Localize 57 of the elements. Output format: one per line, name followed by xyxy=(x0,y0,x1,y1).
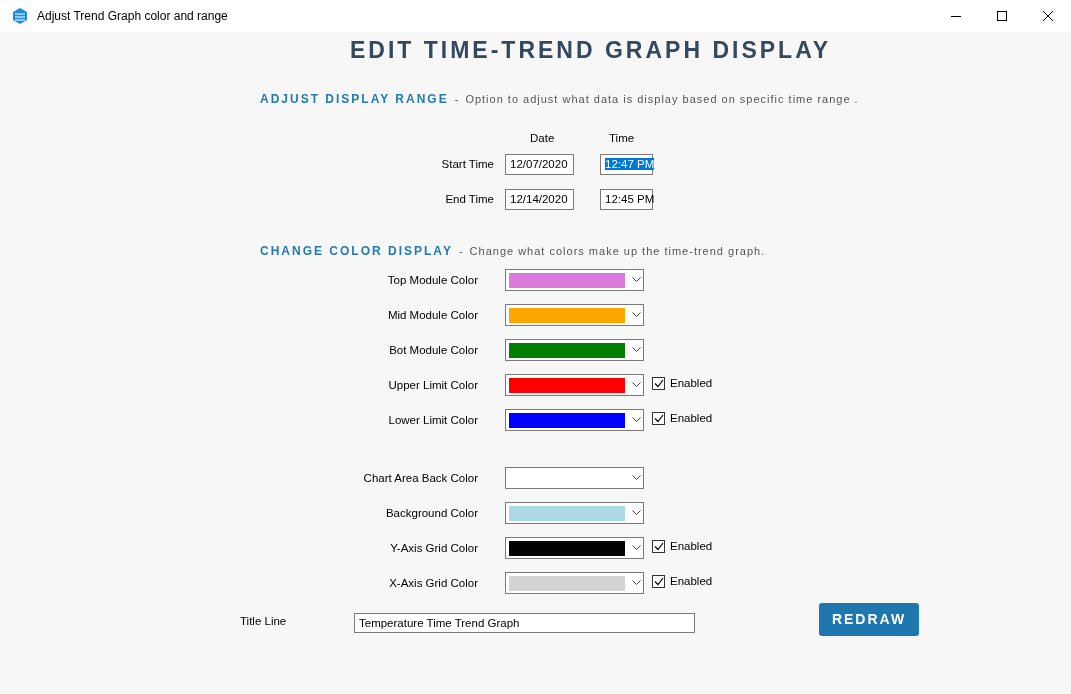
field-label: Chart Area Back Color xyxy=(362,470,478,486)
window-title: Adjust Trend Graph color and range xyxy=(37,8,228,25)
separator: - xyxy=(454,92,460,107)
checkbox-label: Enabled xyxy=(670,573,713,589)
field-label: Y-Axis Grid Color xyxy=(389,540,478,556)
column-header: Time xyxy=(609,131,635,146)
caret-icon xyxy=(632,417,641,424)
section-title: ADJUST DISPLAY RANGE xyxy=(260,91,449,108)
field-label: Background Color xyxy=(384,505,478,521)
field-label: Upper Limit Color xyxy=(387,377,478,393)
field-label: End Time xyxy=(444,192,494,208)
caret-icon xyxy=(632,312,641,319)
column-header: Date xyxy=(530,131,552,146)
field-label: X-Axis Grid Color xyxy=(388,575,478,591)
checkbox[interactable] xyxy=(652,539,665,553)
color-dropdown[interactable] xyxy=(505,269,644,292)
color-dropdown[interactable] xyxy=(505,409,644,432)
time-field[interactable]: 12:45 PM xyxy=(600,189,653,211)
app-logo-icon xyxy=(13,8,27,24)
checkbox-label: Enabled xyxy=(670,410,713,426)
field-label: Mid Module Color xyxy=(386,307,478,323)
section-description: Change what colors make up the time-trend graph. xyxy=(469,244,766,260)
field-label: Top Module Color xyxy=(386,272,478,288)
caret-icon xyxy=(632,347,641,354)
redraw-button[interactable]: REDRAW xyxy=(819,603,919,637)
checkbox-label: Enabled xyxy=(670,375,713,391)
title-input[interactable]: Temperature Time Trend Graph xyxy=(354,613,695,634)
date-field[interactable]: 12/07/2020 xyxy=(505,154,574,176)
page-heading: EDIT TIME-TREND GRAPH DISPLAY xyxy=(349,36,832,64)
field-label: Start Time xyxy=(440,157,494,173)
checkbox[interactable] xyxy=(652,411,665,425)
field-label: Bot Module Color xyxy=(388,342,478,358)
color-dropdown[interactable] xyxy=(505,374,644,397)
field-label: Title Line xyxy=(240,614,288,630)
caret-icon xyxy=(632,475,641,482)
maximize-icon[interactable] xyxy=(997,11,1007,21)
section-description: Option to adjust what data is display based on specific time range . xyxy=(465,92,859,107)
separator: - xyxy=(458,244,464,260)
time-field[interactable]: 12:47 PM xyxy=(600,154,653,176)
date-field[interactable]: 12/14/2020 xyxy=(505,189,574,211)
checkbox[interactable] xyxy=(652,376,665,390)
section-title: CHANGE COLOR DISPLAY xyxy=(260,243,453,261)
color-dropdown[interactable] xyxy=(505,572,644,595)
caret-icon xyxy=(632,545,641,552)
caret-icon xyxy=(632,510,641,517)
close-icon[interactable] xyxy=(1043,11,1053,21)
color-dropdown[interactable] xyxy=(505,467,644,490)
color-dropdown[interactable] xyxy=(505,304,644,327)
caret-icon xyxy=(632,277,641,284)
field-label: Lower Limit Color xyxy=(387,412,478,428)
color-dropdown[interactable] xyxy=(505,339,644,362)
checkbox[interactable] xyxy=(652,574,665,588)
caret-icon xyxy=(632,382,641,389)
checkbox-label: Enabled xyxy=(670,538,713,554)
caret-icon xyxy=(632,580,641,587)
color-dropdown[interactable] xyxy=(505,537,644,560)
color-dropdown[interactable] xyxy=(505,502,644,525)
